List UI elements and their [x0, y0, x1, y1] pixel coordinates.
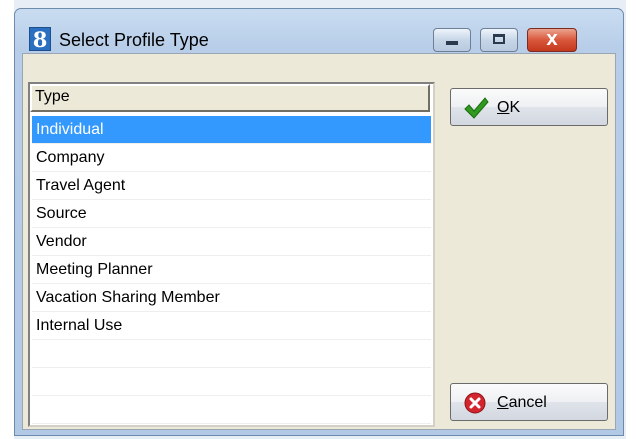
ok-button[interactable]: OK — [450, 88, 608, 126]
app-logo-icon: 8 — [29, 27, 51, 52]
minimize-icon — [446, 41, 458, 45]
maximize-icon — [493, 34, 505, 44]
column-header-type[interactable]: Type — [30, 84, 430, 112]
cancel-x-icon — [464, 392, 486, 414]
select-profile-type-dialog: 8 Select Profile Type X Type Individual C… — [14, 8, 624, 436]
cancel-button-label: Cancel — [497, 394, 547, 411]
ok-button-label: OK — [497, 99, 521, 116]
close-button[interactable]: X — [527, 28, 577, 52]
list-item[interactable]: Vacation Sharing Member — [32, 284, 431, 312]
cancel-button[interactable]: Cancel — [450, 383, 608, 421]
maximize-button[interactable] — [480, 28, 518, 52]
list-item[interactable]: Source — [32, 200, 431, 228]
dialog-client-area: Type Individual Company Travel Agent Source… — [22, 53, 616, 430]
profile-type-list[interactable]: Type Individual Company Travel Agent Source… — [28, 82, 435, 427]
empty-list-row — [32, 368, 431, 396]
background-right-strip — [626, 0, 636, 439]
empty-list-row — [32, 396, 431, 424]
list-item[interactable]: Company — [32, 144, 431, 172]
background-left-strip — [0, 0, 14, 439]
minimize-button[interactable] — [433, 28, 471, 52]
checkmark-icon — [464, 97, 489, 119]
window-title: Select Profile Type — [59, 30, 209, 50]
list-item[interactable]: Meeting Planner — [32, 256, 431, 284]
close-icon: X — [546, 31, 558, 49]
title-bar[interactable]: 8 Select Profile Type X — [15, 9, 623, 53]
list-rows: Individual Company Travel Agent Source Vendo… — [32, 116, 431, 424]
list-item[interactable]: Individual — [32, 116, 431, 144]
empty-list-row — [32, 340, 431, 368]
list-item[interactable]: Internal Use — [32, 312, 431, 340]
list-item[interactable]: Travel Agent — [32, 172, 431, 200]
list-item[interactable]: Vendor — [32, 228, 431, 256]
